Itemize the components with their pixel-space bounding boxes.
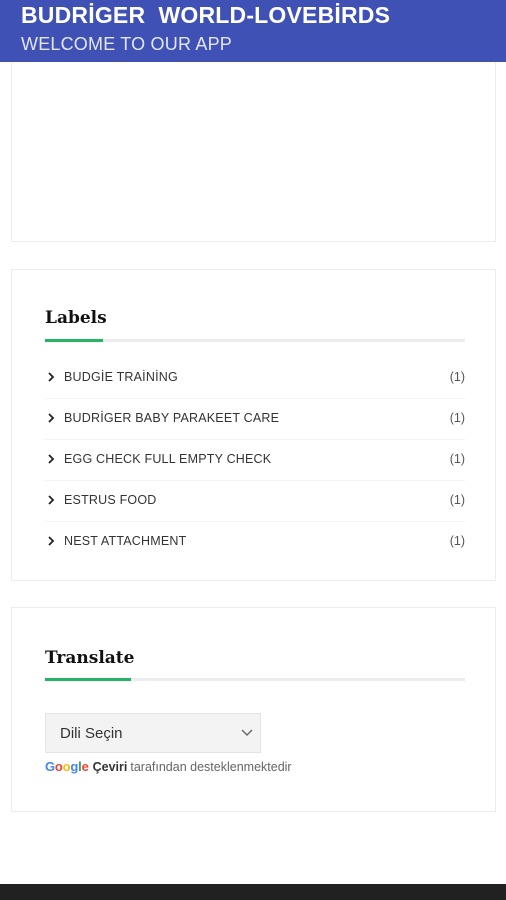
label-count: (1) [449,411,465,425]
powered-by-text: tarafından desteklenmektedir [130,760,292,774]
chevron-right-icon [48,372,55,382]
label-count: (1) [449,493,465,507]
label-link[interactable]: ESTRUS FOOD [64,493,156,507]
chevron-right-icon [48,454,55,464]
label-count: (1) [449,370,465,384]
chevron-right-icon [48,536,55,546]
bottom-bar [0,884,506,900]
translate-product-link[interactable]: Çeviri [93,760,128,774]
translate-title-accent [45,678,131,681]
chevron-right-icon [48,495,55,505]
labels-list: BUDGİE TRAİNİNG (1) BUDRİGER BABY PARAKE… [45,358,465,562]
language-select[interactable]: Dili Seçin [45,713,261,753]
label-item[interactable]: ESTRUS FOOD (1) [45,481,465,522]
label-item[interactable]: EGG CHECK FULL EMPTY CHECK (1) [45,440,465,481]
chevron-right-icon [48,413,55,423]
labels-title-underline [45,339,465,342]
empty-widget-card [11,62,496,242]
app-title: BUDRİGER WORLD-LOVEBİRDS [21,2,391,28]
translate-title-underline [45,678,465,681]
label-link[interactable]: EGG CHECK FULL EMPTY CHECK [64,452,271,466]
powered-by-google: Google Çeviri tarafından desteklenmektedir [45,759,292,777]
label-link[interactable]: BUDRİGER BABY PARAKEET CARE [64,411,279,425]
chevron-down-icon [241,729,253,736]
label-count: (1) [449,534,465,548]
google-logo[interactable]: Google [45,759,89,774]
app-subtitle: WELCOME TO OUR APP [21,34,232,54]
labels-widget: Labels BUDGİE TRAİNİNG (1) BUDRİGER BABY… [11,269,496,581]
label-item[interactable]: BUDRİGER BABY PARAKEET CARE (1) [45,399,465,440]
label-item[interactable]: BUDGİE TRAİNİNG (1) [45,358,465,399]
translate-widget-title: Translate [45,648,135,668]
label-link[interactable]: BUDGİE TRAİNİNG [64,370,178,384]
translate-widget: Translate Dili Seçin Google Çeviri tarafın… [11,607,496,812]
language-select-value: Dili Seçin [60,725,123,742]
labels-title-accent [45,339,103,342]
labels-widget-title: Labels [45,308,107,328]
label-count: (1) [449,452,465,466]
label-link[interactable]: NEST ATTACHMENT [64,534,186,548]
app-bar: BUDRİGER WORLD-LOVEBİRDS WELCOME TO OUR … [0,0,506,62]
label-item[interactable]: NEST ATTACHMENT (1) [45,522,465,562]
